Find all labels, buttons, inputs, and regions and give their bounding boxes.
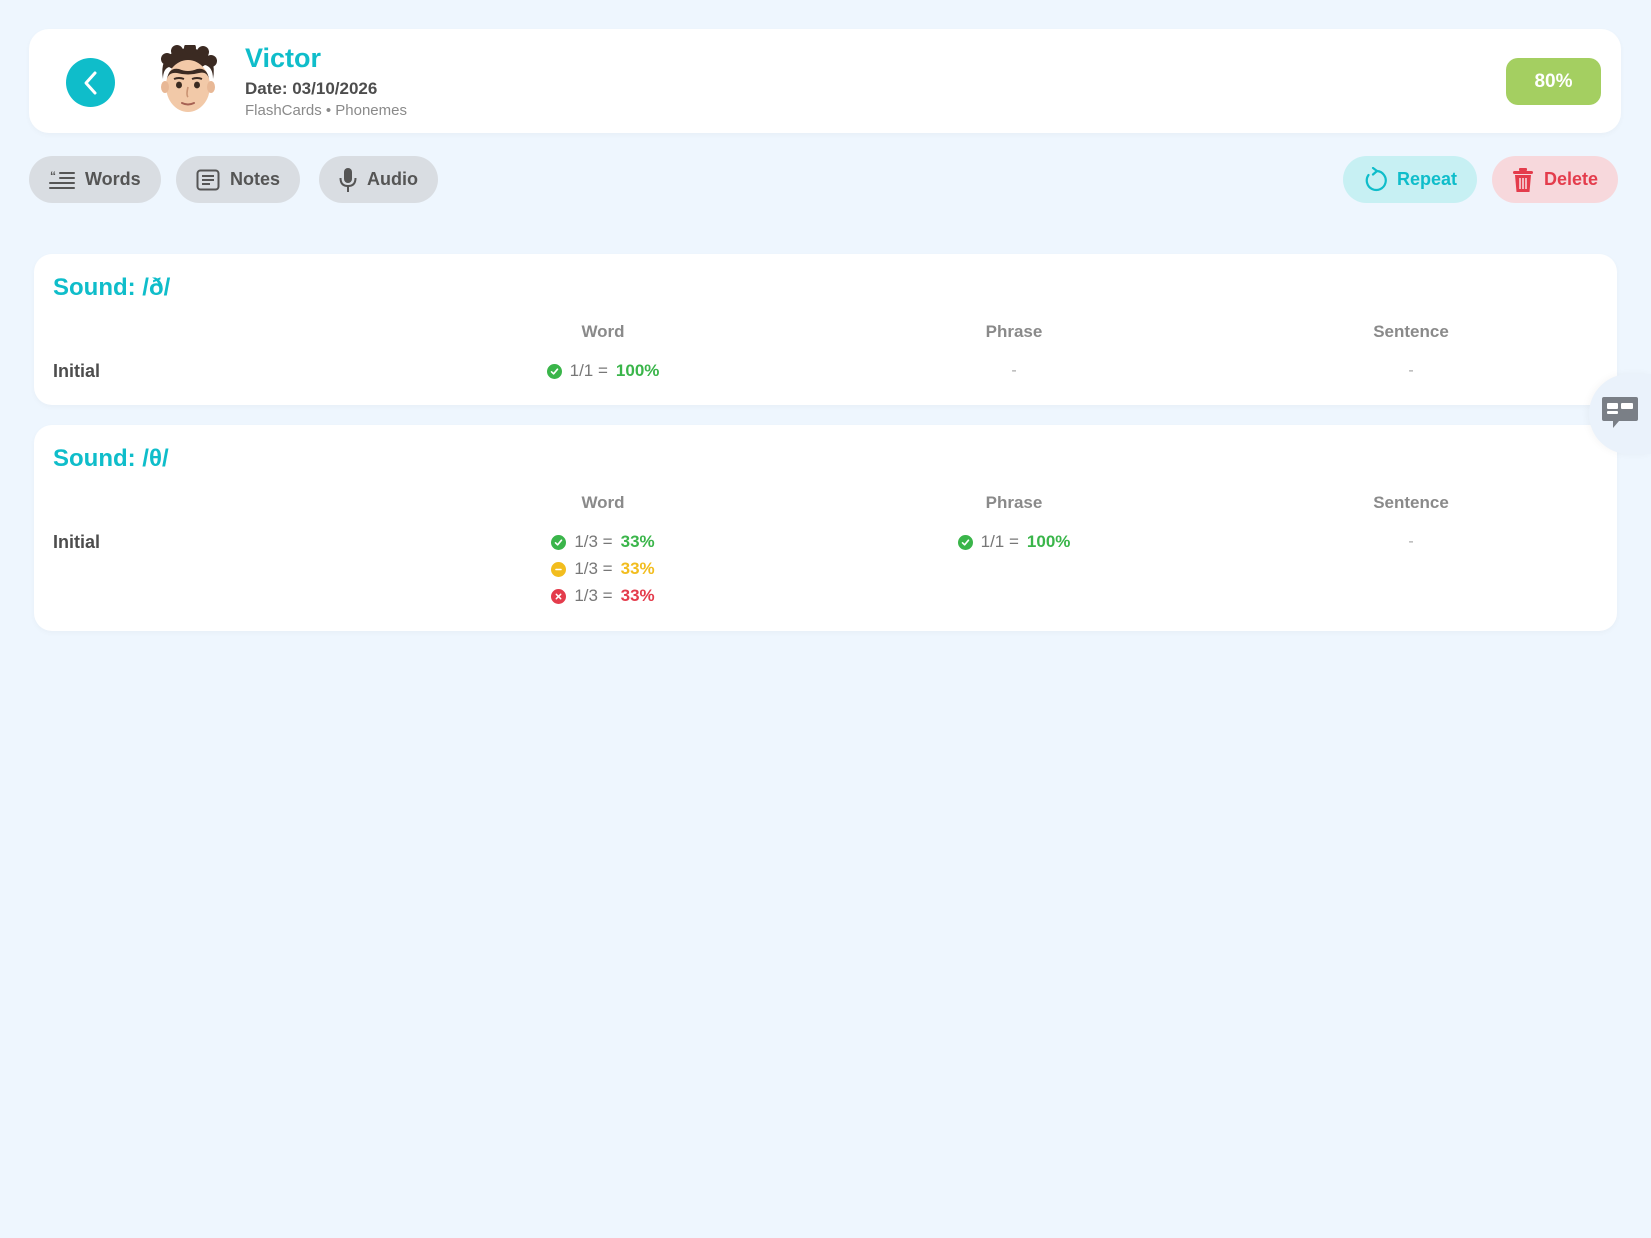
column-header-phrase: Phrase: [985, 322, 1043, 341]
check-circle-icon: [546, 363, 562, 379]
svg-text:“: “: [50, 169, 56, 183]
words-button[interactable]: “ Words: [29, 156, 161, 203]
word-cell: 1/1 = 100%: [453, 361, 753, 381]
column-header-word: Word: [581, 493, 625, 512]
result-correct: 1/1 = 100%: [957, 532, 1071, 552]
sound-card: Sound: /ð/ Word Phrase Sentence Initial …: [34, 254, 1617, 405]
column-header-sentence: Sentence: [1373, 322, 1449, 341]
phrase-cell: 1/1 = 100%: [864, 532, 1164, 552]
empty-value: -: [1408, 533, 1414, 550]
result-correct: 1/1 = 100%: [546, 361, 660, 381]
session-meta: FlashCards • Phonemes: [245, 102, 407, 119]
chat-icon: [1602, 397, 1638, 428]
score-badge: 80%: [1506, 58, 1601, 105]
column-header-word: Word: [581, 322, 625, 341]
check-circle-icon: [957, 534, 973, 550]
result-percent: 100%: [1026, 532, 1071, 551]
trash-icon: [1513, 167, 1533, 192]
column-header-sentence: Sentence: [1373, 493, 1449, 512]
column-header-phrase: Phrase: [985, 493, 1043, 512]
audio-button-label: Audio: [367, 169, 418, 189]
notes-icon: [196, 169, 220, 190]
minus-circle-icon: [551, 561, 567, 577]
repeat-button[interactable]: Repeat: [1343, 156, 1478, 203]
words-button-label: Words: [85, 169, 141, 189]
repeat-icon: [1365, 166, 1387, 191]
row-label-initial: Initial: [53, 532, 101, 552]
avatar: [161, 45, 217, 112]
sound-card: Sound: /θ/ Word Phrase Sentence Initial …: [34, 425, 1617, 631]
notes-button-label: Notes: [230, 169, 281, 189]
result-percent: 33%: [620, 559, 655, 578]
result-percent: 33%: [620, 586, 655, 605]
word-cell: 1/3 = 33% 1/3 = 33% 1/3 = 33%: [453, 532, 753, 606]
result-fraction: 1/1 =: [569, 361, 608, 380]
result-fraction: 1/3 =: [574, 532, 613, 551]
session-date: Date: 03/10/2026: [245, 79, 378, 98]
words-icon: “: [49, 169, 75, 189]
empty-value: -: [1408, 362, 1414, 379]
result-incorrect: 1/3 = 33%: [551, 586, 655, 606]
result-partial: 1/3 = 33%: [551, 559, 655, 579]
check-circle-icon: [551, 534, 567, 550]
result-fraction: 1/3 =: [574, 586, 613, 605]
sentence-cell: -: [1261, 532, 1561, 552]
sentence-cell: -: [1261, 361, 1561, 381]
row-label-initial: Initial: [53, 361, 101, 381]
result-percent: 100%: [615, 361, 660, 380]
chevron-left-icon: [84, 71, 96, 94]
session-header: Victor Date: 03/10/2026 FlashCards • Pho…: [29, 29, 1621, 133]
x-circle-icon: [551, 588, 567, 604]
result-percent: 33%: [620, 532, 655, 551]
delete-button[interactable]: Delete: [1492, 156, 1619, 203]
phrase-cell: -: [864, 361, 1164, 381]
patient-name: Victor: [245, 43, 322, 73]
sound-title: Sound: /ð/: [53, 274, 171, 301]
result-fraction: 1/1 =: [980, 532, 1019, 551]
delete-button-label: Delete: [1544, 169, 1599, 189]
notes-button[interactable]: Notes: [176, 156, 301, 203]
audio-button[interactable]: Audio: [319, 156, 438, 203]
back-button[interactable]: [66, 58, 115, 107]
microphone-icon: [339, 167, 357, 192]
empty-value: -: [1011, 362, 1017, 379]
result-correct: 1/3 = 33%: [551, 532, 655, 552]
result-fraction: 1/3 =: [574, 559, 613, 578]
repeat-button-label: Repeat: [1397, 169, 1458, 189]
sound-title: Sound: /θ/: [53, 445, 169, 472]
